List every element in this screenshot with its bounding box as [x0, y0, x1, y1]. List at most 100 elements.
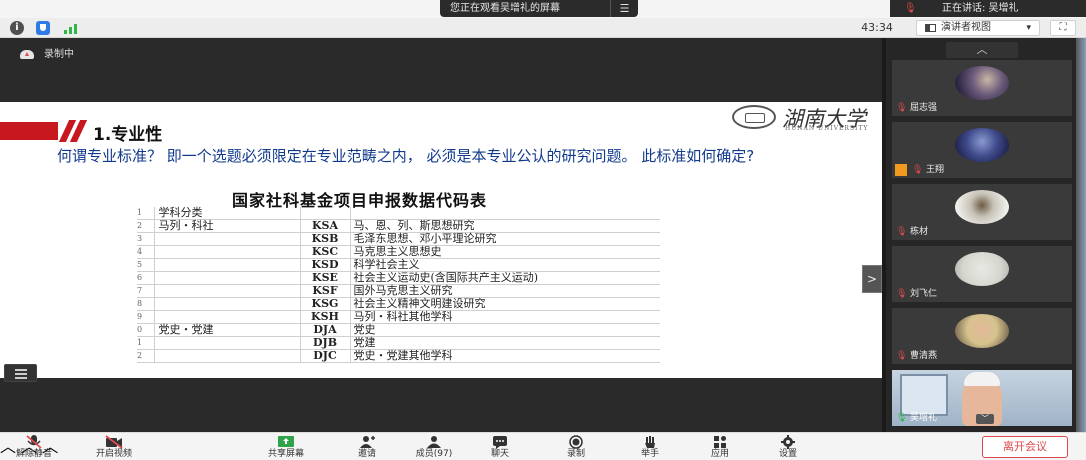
share-screen-button[interactable]: 共享屏幕 [256, 434, 316, 460]
record-button[interactable]: 录制 [554, 434, 598, 460]
table-cell-name: 社会主义运动史(含国际共产主义运动) [350, 271, 660, 285]
table-row: 7 KSF 国外马克思主义研究 [137, 284, 660, 298]
apps-button[interactable]: 应用 [698, 434, 742, 460]
table-cell-cat [154, 245, 301, 259]
table-row: 3 KSB 毛泽东思想、邓小平理论研究 [137, 232, 660, 246]
chevron-down-icon: ▾ [1026, 23, 1031, 33]
invite-button[interactable]: 邀请 [344, 434, 390, 460]
table-row: 8 KSG 社会主义精神文明建设研究 [137, 297, 660, 311]
security-shield-icon[interactable] [36, 21, 50, 35]
chevron-down-icon[interactable]: ﹀ [976, 414, 994, 424]
record-label: 录制 [566, 449, 585, 459]
section-title: 1.专业性 [93, 125, 163, 145]
microphone-muted-icon: 🎙 [896, 103, 908, 113]
participant-name: 王翔 [926, 165, 945, 175]
table-cell-code: KSG [300, 297, 351, 311]
speaker-view-icon [925, 24, 936, 32]
chat-button[interactable]: 聊天 [478, 434, 522, 460]
raise-hand-button[interactable]: 举手 [628, 434, 672, 460]
screen-share-notice[interactable]: 您正在观看吴增礼的屏幕 ☰ [440, 0, 638, 17]
fullscreen-button[interactable]: ⛶ [1050, 20, 1076, 36]
participant-gallery: ︿ 🎙 屈志强 🎙 王翔 🎙 栋材 🎙 刘飞仁 🎙 曹清燕 ﹀ 🎙 吴增礼 [882, 38, 1086, 432]
meeting-window: 您正在观看吴增礼的屏幕 ☰ 🎙 正在讲话: 吴增礼 i 43:34 演讲者视图 … [0, 0, 1086, 460]
table-cell-code: KSC [300, 245, 351, 259]
table-cell-cat [154, 310, 301, 324]
participant-tile[interactable]: 🎙 王翔 [892, 122, 1072, 178]
participant-label: 🎙 曹清燕 [896, 350, 937, 362]
start-video-button[interactable]: 开启视频 [86, 434, 142, 460]
list-menu-button[interactable] [4, 364, 37, 382]
microphone-muted-icon: 🎙 [896, 351, 908, 361]
table-row: 1 DJB 党建 [137, 336, 660, 350]
network-signal-icon[interactable] [62, 21, 80, 35]
invite-label: 邀请 [357, 449, 376, 459]
share-notice-text: 您正在观看吴增礼的屏幕 [450, 3, 560, 14]
table-cell-cat: 马列・科社 [154, 219, 301, 233]
table-cell-code: DJC [300, 349, 351, 363]
title-accent-bar [0, 122, 58, 140]
table-row: 6 KSE 社会主义运动史(含国际共产主义运动) [137, 271, 660, 285]
participant-tile[interactable]: 🎙 栋材 [892, 184, 1072, 240]
table-cell-idx: 9 [137, 310, 155, 324]
settings-button[interactable]: 设置 [766, 434, 810, 460]
table-cell-cat [154, 258, 301, 272]
participant-label: 🎙 栋材 [896, 226, 928, 238]
table-cell-idx: 2 [137, 219, 155, 233]
unmute-button[interactable]: 解除静音 [6, 434, 62, 460]
microphone-active-icon: 🎙 [896, 413, 908, 423]
table-cell-name: 社会主义精神文明建设研究 [350, 297, 660, 311]
table-cell-code: KSF [300, 284, 351, 298]
table-cell-name: 马克思主义思想史 [350, 245, 660, 259]
participant-label: 🎙 吴增礼 [896, 412, 937, 424]
table-row: 0 党史・党建 DJA 党史 [137, 323, 660, 337]
table-row: 5 KSD 科学社会主义 [137, 258, 660, 272]
info-icon[interactable]: i [10, 21, 24, 35]
table-cell-idx: 5 [137, 258, 155, 272]
table-cell-cat [154, 284, 301, 298]
microphone-muted-icon: 🎙 [912, 165, 924, 175]
members-label: 成员(97) [415, 449, 453, 459]
meeting-timer: 43:34 [861, 21, 893, 34]
gear-icon [781, 435, 795, 449]
unmute-label: 解除静音 [15, 449, 52, 459]
table-cell-cat [154, 349, 301, 363]
participant-tile[interactable]: 🎙 曹清燕 [892, 308, 1072, 364]
toggle-gallery-button[interactable]: > [862, 265, 882, 293]
meeting-toolbar: 解除静音 ︿ 开启视频 ︿ 共享屏幕 ︿ 邀请 成员(97) 聊天 录制 举手 … [0, 432, 1086, 460]
presentation-slide: 1.专业性 湖南大学 HUNAN UNIVERSITY 何谓专业标准？ 即一个选… [0, 102, 882, 378]
participant-tile[interactable]: 🎙 屈志强 [892, 60, 1072, 116]
table-cell-idx: 2 [137, 349, 155, 363]
table-row: 4 KSC 马克思主义思想史 [137, 245, 660, 259]
table-cell-idx: 7 [137, 284, 155, 298]
invite-user-icon [360, 436, 375, 448]
cloud-record-icon [20, 50, 34, 59]
view-mode-dropdown[interactable]: 演讲者视图 ▾ [916, 20, 1040, 36]
table-cell-cat [154, 271, 301, 285]
participant-label: 🎙 屈志强 [896, 102, 937, 114]
participant-label: 🎙 王翔 [895, 164, 945, 176]
recording-label: 录制中 [44, 49, 74, 60]
table-cell-cat: 党史・党建 [154, 323, 301, 337]
scroll-up-button[interactable]: ︿ [946, 42, 1018, 58]
host-icon [895, 164, 907, 176]
active-speaker-video[interactable]: ﹀ 🎙 吴增礼 [892, 370, 1072, 426]
table-row: 2 DJC 党史・党建其他学科 [137, 349, 660, 363]
subject-code-table: 1 学科分类 2 马列・科社 KSA 马、恩、列、斯思想研究 3 KSB 毛泽东思想、邓小平理论… [137, 207, 660, 363]
table-cell-idx: 4 [137, 245, 155, 259]
leave-meeting-button[interactable]: 离开会议 [982, 436, 1068, 458]
apps-label: 应用 [710, 449, 729, 459]
members-icon [427, 436, 441, 448]
participant-name: 吴增礼 [910, 413, 938, 423]
members-button[interactable]: 成员(97) [404, 434, 464, 460]
participant-name: 刘飞仁 [910, 289, 938, 299]
table-cell-name [350, 207, 660, 220]
microphone-muted-icon: 🎙 [904, 3, 917, 14]
speaking-indicator: 🎙 正在讲话: 吴增礼 [890, 0, 1086, 17]
video-hat [964, 372, 1000, 386]
participant-tile[interactable]: 🎙 刘飞仁 [892, 246, 1072, 302]
share-menu-icon[interactable]: ☰ [610, 0, 638, 17]
microphone-muted-icon: 🎙 [896, 227, 908, 237]
table-cell-code: KSE [300, 271, 351, 285]
table-cell-code: KSB [300, 232, 351, 246]
table-cell-idx: 1 [137, 336, 155, 350]
